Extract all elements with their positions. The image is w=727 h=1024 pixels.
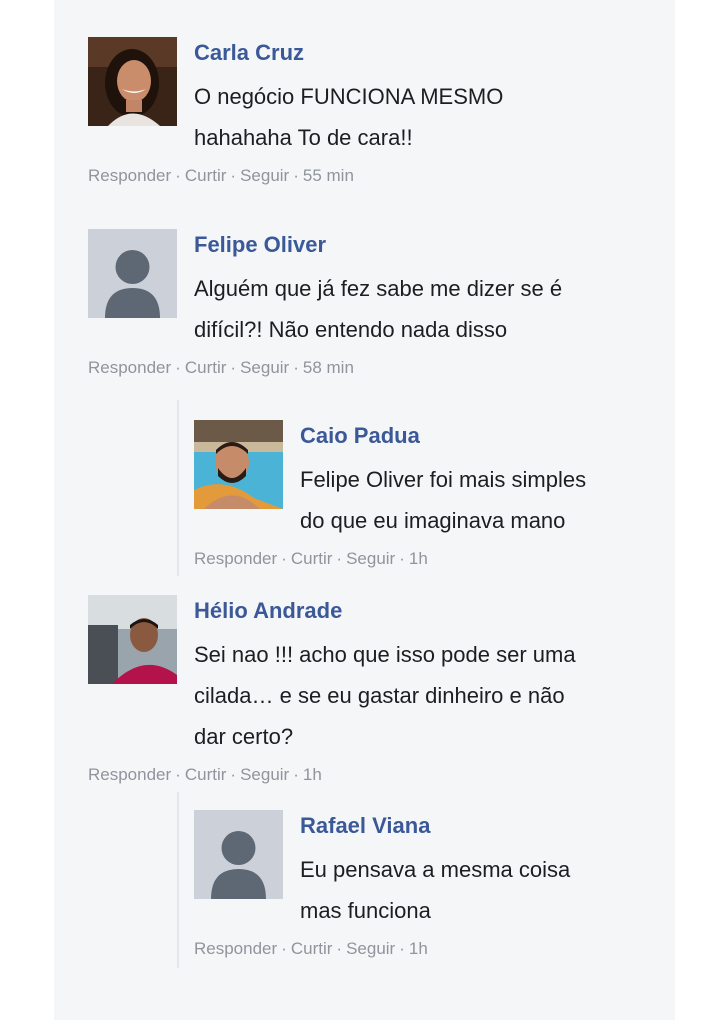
profile-photo-man-car-icon — [88, 595, 177, 684]
comment-text-line: Alguém que já fez sabe me dizer se é — [194, 276, 563, 301]
comment-text-line: dar certo? — [194, 724, 294, 749]
comment-actions: Responder · Curtir · Seguir · 1h — [194, 939, 428, 958]
timestamp[interactable]: 55 min — [303, 166, 354, 185]
comment-actions: Responder · Curtir · Seguir · 55 min — [88, 166, 354, 185]
comment-text-line: difícil?! Não entendo nada disso — [194, 317, 508, 342]
comment-text-line: Eu pensava a mesma coisa — [300, 857, 571, 882]
like-link[interactable]: Curtir — [185, 765, 227, 784]
timestamp[interactable]: 1h — [409, 939, 428, 958]
avatar[interactable] — [194, 420, 283, 509]
reply-link[interactable]: Responder — [88, 358, 171, 377]
timestamp[interactable]: 1h — [303, 765, 322, 784]
comment-text-line: O negócio FUNCIONA MESMO — [194, 84, 504, 109]
profile-photo-man-pool-icon — [194, 420, 283, 509]
comment-author[interactable]: Carla Cruz — [194, 40, 304, 66]
comment-text: Felipe Oliver foi mais simples do que eu… — [300, 459, 586, 541]
like-link[interactable]: Curtir — [291, 549, 333, 568]
reply-thread-line — [177, 792, 179, 968]
comment-text-line: cilada… e se eu gastar dinheiro e não — [194, 683, 565, 708]
follow-link[interactable]: Seguir — [346, 549, 395, 568]
default-user-icon — [88, 229, 177, 318]
default-user-icon — [194, 810, 283, 899]
follow-link[interactable]: Seguir — [240, 765, 289, 784]
comment-text-line: Felipe Oliver foi mais simples — [300, 467, 587, 492]
profile-photo-woman-icon — [88, 37, 177, 126]
comment-actions: Responder · Curtir · Seguir · 1h — [194, 549, 428, 568]
avatar[interactable] — [88, 37, 177, 126]
comment-text: O negócio FUNCIONA MESMO hahahaha To de … — [194, 76, 503, 158]
reply-link[interactable]: Responder — [88, 765, 171, 784]
reply-thread-line — [177, 400, 179, 576]
like-link[interactable]: Curtir — [185, 358, 227, 377]
reply-link[interactable]: Responder — [88, 166, 171, 185]
comment-actions: Responder · Curtir · Seguir · 1h — [88, 765, 322, 784]
comment-text-line: mas funciona — [300, 898, 431, 923]
timestamp[interactable]: 1h — [409, 549, 428, 568]
comment-text-line: do que eu imaginava mano — [300, 508, 566, 533]
comment-text: Alguém que já fez sabe me dizer se é dif… — [194, 268, 562, 350]
follow-link[interactable]: Seguir — [346, 939, 395, 958]
comment-text: Eu pensava a mesma coisa mas funciona — [300, 849, 570, 931]
reply-link[interactable]: Responder — [194, 939, 277, 958]
like-link[interactable]: Curtir — [291, 939, 333, 958]
reply-link[interactable]: Responder — [194, 549, 277, 568]
comment-author[interactable]: Caio Padua — [300, 423, 420, 449]
comment-author[interactable]: Rafael Viana — [300, 813, 430, 839]
comment-author[interactable]: Felipe Oliver — [194, 232, 326, 258]
comment-author[interactable]: Hélio Andrade — [194, 598, 342, 624]
follow-link[interactable]: Seguir — [240, 358, 289, 377]
avatar[interactable] — [194, 810, 283, 899]
comment-text-line: hahahaha To de cara!! — [194, 125, 413, 150]
like-link[interactable]: Curtir — [185, 166, 227, 185]
comment-text-line: Sei nao !!! acho que isso pode ser uma — [194, 642, 576, 667]
avatar[interactable] — [88, 229, 177, 318]
timestamp[interactable]: 58 min — [303, 358, 354, 377]
comment-text: Sei nao !!! acho que isso pode ser uma c… — [194, 634, 576, 757]
avatar[interactable] — [88, 595, 177, 684]
comment-actions: Responder · Curtir · Seguir · 58 min — [88, 358, 354, 377]
follow-link[interactable]: Seguir — [240, 166, 289, 185]
